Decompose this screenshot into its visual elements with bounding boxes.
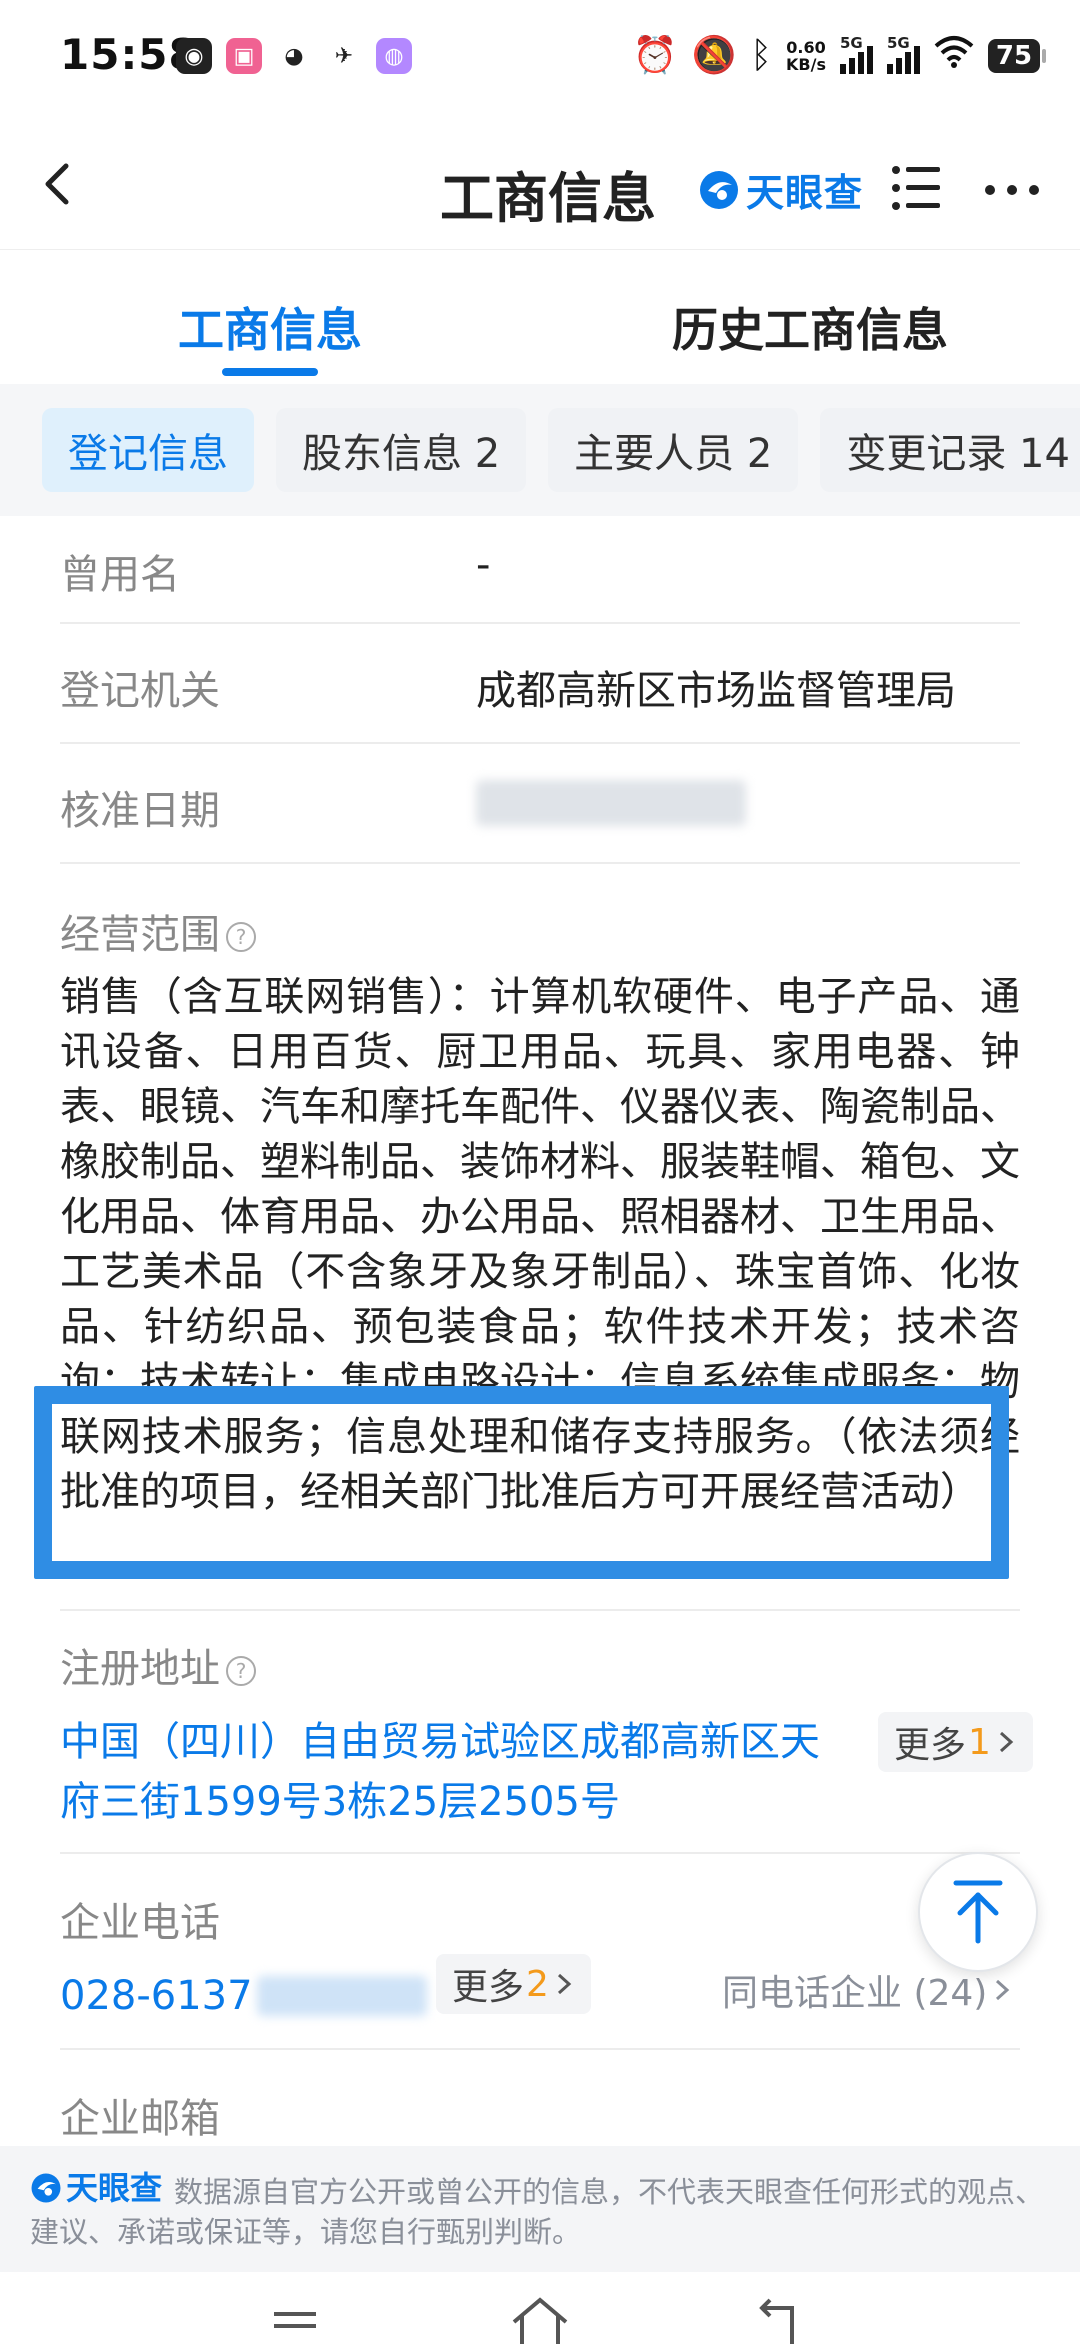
phone-more-button[interactable]: 更多 2	[436, 1954, 591, 2014]
bluetooth-icon: ᛒ	[750, 34, 773, 76]
field-label: 曾用名	[60, 552, 180, 598]
subtab-key-personnel[interactable]: 主要人员 2	[548, 408, 799, 492]
divider	[60, 1609, 1020, 1611]
help-icon[interactable]: ?	[226, 1656, 256, 1686]
more-options-button[interactable]	[980, 170, 1044, 210]
sub-tabs: 登记信息 股东信息 2 主要人员 2 变更记录 14	[0, 384, 1080, 516]
redacted-date	[476, 780, 746, 836]
chevron-right-icon	[999, 1731, 1014, 1753]
recent-apps-icon[interactable]	[270, 2306, 320, 2344]
list-icon	[892, 166, 940, 210]
status-system-icons: ⏰ 🔕 ᛒ 0.60 KB/s 5G 5G 75	[632, 34, 1046, 77]
subtab-shareholders[interactable]: 股东信息 2	[276, 408, 527, 492]
chevron-left-icon	[45, 163, 69, 205]
tianyancha-logo-icon	[31, 2173, 61, 2203]
highlight-annotation	[34, 1386, 1009, 1579]
subtab-change-records[interactable]: 变更记录 14	[820, 408, 1080, 492]
field-label: 登记机关	[60, 668, 220, 714]
ellipsis-icon	[985, 185, 1039, 195]
field-email-label: 企业邮箱	[60, 2096, 220, 2142]
brand-logo[interactable]: 天眼查	[698, 162, 863, 217]
field-approval-date: 核准日期	[60, 744, 1020, 864]
top-navbar: 工商信息 天眼查	[0, 118, 1080, 250]
purple-app-icon: ◍	[376, 38, 412, 74]
field-former-name: 曾用名 -	[60, 516, 1020, 624]
bilibili-app-icon: ▣	[226, 38, 262, 74]
bird-app-icon: ✈	[326, 38, 362, 74]
signal-icon: 5G	[887, 34, 920, 74]
menu-list-button[interactable]	[890, 162, 946, 214]
signal-icon: 5G	[840, 34, 873, 74]
page-title: 工商信息	[440, 167, 656, 230]
mute-bell-icon: 🔕	[691, 34, 737, 76]
home-icon[interactable]	[508, 2296, 572, 2344]
brand-name: 天眼查	[746, 171, 864, 215]
divider	[60, 1852, 1020, 1854]
battery-indicator: 75	[988, 38, 1046, 73]
main-tabs: 工商信息 历史工商信息	[0, 252, 1080, 384]
same-phone-companies-link[interactable]: 同电话企业 (24)	[722, 1964, 1013, 2016]
help-icon[interactable]: ?	[226, 922, 256, 952]
disclaimer-bar: 天眼查 数据源自官方公开或曾公开的信息，不代表天眼查任何形式的观点、建议、承诺或…	[0, 2146, 1080, 2272]
status-app-icons: ◉ ▣ ◕ ✈ ◍	[176, 38, 412, 74]
disclaimer-brand: 天眼查	[30, 2168, 162, 2208]
field-registration-authority: 登记机关 成都高新区市场监督管理局	[60, 624, 1020, 744]
arrow-up-icon	[953, 1880, 1003, 1944]
redacted-phone-digits	[256, 1976, 427, 2016]
phone-number-link[interactable]: 028-6137	[60, 1966, 253, 2026]
tab-business-info[interactable]: 工商信息	[0, 252, 540, 384]
field-value: -	[476, 542, 491, 588]
system-nav-bar	[0, 2272, 1080, 2344]
tab-history-business-info[interactable]: 历史工商信息	[540, 252, 1080, 384]
scroll-to-top-button[interactable]	[918, 1852, 1038, 1972]
status-bar: 15:58 ◉ ▣ ◕ ✈ ◍ ⏰ 🔕 ᛒ 0.60 KB/s 5G 5G 75	[0, 0, 1080, 118]
field-label: 注册地址	[60, 1646, 220, 1692]
field-label: 核准日期	[60, 788, 220, 834]
registered-address-link[interactable]: 中国（四川）自由贸易试验区成都高新区天府三街1599号3栋25层2505号	[60, 1712, 850, 1832]
field-label: 企业电话	[60, 1900, 220, 1946]
wifi-icon	[934, 34, 974, 77]
back-button[interactable]	[30, 154, 90, 214]
weibo-app-icon: ◕	[276, 38, 312, 74]
field-value: 成都高新区市场监督管理局	[476, 668, 956, 714]
tianyancha-logo-icon	[700, 170, 738, 209]
divider	[60, 2048, 1020, 2050]
address-more-button[interactable]: 更多 1	[878, 1712, 1033, 1772]
alarm-icon: ⏰	[632, 34, 678, 76]
field-label: 经营范围	[60, 912, 220, 958]
network-speed: 0.60 KB/s	[786, 37, 826, 74]
chevron-right-icon	[996, 1979, 1010, 2001]
disclaimer-text: 数据源自官方公开或曾公开的信息，不代表天眼查任何形式的观点、建议、承诺或保证等，…	[30, 2175, 1045, 2249]
subtab-registration[interactable]: 登记信息	[42, 408, 254, 492]
chevron-right-icon	[557, 1973, 572, 1995]
gallery-app-icon: ◉	[176, 38, 212, 74]
back-nav-icon[interactable]	[756, 2296, 806, 2344]
